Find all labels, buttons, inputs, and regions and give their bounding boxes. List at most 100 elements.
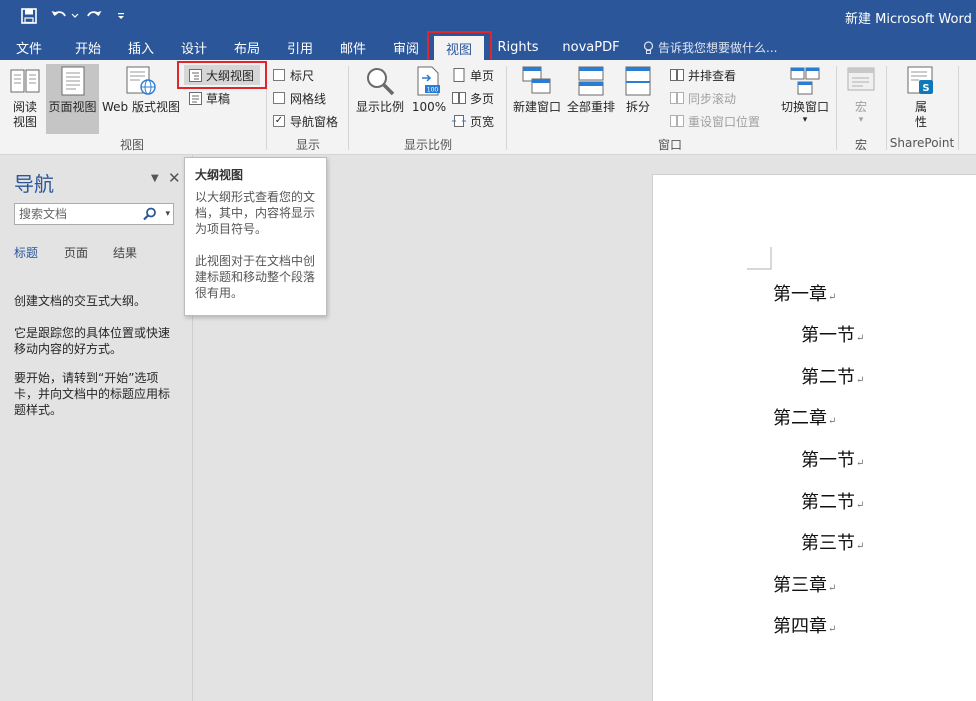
heading-line[interactable]: 第四章↵ bbox=[773, 612, 836, 638]
svg-text:100: 100 bbox=[427, 87, 439, 94]
tab-design[interactable]: 设计 bbox=[170, 37, 218, 58]
web-layout-icon bbox=[124, 64, 158, 98]
tab-mailings[interactable]: 邮件 bbox=[329, 37, 377, 58]
reset-window-position-button[interactable]: 重设窗口位置 bbox=[670, 111, 760, 131]
one-page-icon bbox=[452, 68, 466, 82]
read-mode-label-1: 阅读 bbox=[12, 100, 37, 114]
views-group-label: 视图 bbox=[119, 138, 144, 152]
gridlines-check-box[interactable] bbox=[273, 92, 285, 104]
customize-qat-icon[interactable] bbox=[115, 6, 127, 26]
separator bbox=[348, 66, 349, 150]
magnifier-icon bbox=[363, 64, 397, 98]
heading-line[interactable]: 第三节↵ bbox=[801, 529, 864, 555]
print-layout-label: 页面视图 bbox=[48, 100, 97, 114]
heading-text: 第二节 bbox=[801, 492, 855, 513]
macros-chevron-icon: ▾ bbox=[858, 115, 864, 125]
read-mode-button[interactable]: 阅读 视图 bbox=[4, 64, 46, 134]
sync-scroll-button[interactable]: 同步滚动 bbox=[670, 88, 736, 108]
heading-text: 第三节 bbox=[801, 533, 855, 554]
heading-line[interactable]: 第一节↵ bbox=[801, 321, 864, 347]
show-group-label: 显示 bbox=[295, 138, 320, 152]
nav-pane-label: 导航窗格 bbox=[290, 114, 339, 129]
ribbon-tab-bar: 文件 开始 插入 设计 布局 引用 邮件 审阅 视图 Rights novaPD… bbox=[0, 33, 976, 60]
heading-line[interactable]: 第一章↵ bbox=[773, 280, 836, 306]
tab-novapdf[interactable]: novaPDF bbox=[556, 37, 626, 58]
save-icon[interactable] bbox=[18, 6, 40, 26]
multiple-pages-icon bbox=[452, 91, 466, 105]
search-icon[interactable] bbox=[143, 207, 157, 227]
title-bar: 新建 Microsoft Word 文 bbox=[0, 0, 976, 33]
heading-line[interactable]: 第一节↵ bbox=[801, 446, 864, 472]
zoom-100-button[interactable]: 100 100% bbox=[410, 64, 448, 134]
tooltip-body-1: 以大纲形式查看您的文档，其中，内容将显示为项目符号。 bbox=[195, 190, 316, 236]
tab-home[interactable]: 开始 bbox=[64, 37, 112, 58]
redo-icon[interactable] bbox=[83, 6, 105, 26]
one-page-button[interactable]: 单页 bbox=[452, 65, 494, 85]
split-label: 拆分 bbox=[625, 100, 650, 114]
macros-button[interactable]: 宏 ▾ bbox=[842, 64, 880, 134]
tooltip-body-2: 此视图对于在文档中创建标题和移动整个段落很有用。 bbox=[195, 254, 316, 300]
draft-button[interactable]: 草稿 bbox=[188, 88, 230, 108]
sharepoint-properties-icon: S bbox=[904, 64, 938, 98]
new-window-icon bbox=[520, 64, 554, 98]
search-placeholder: 搜索文档 bbox=[19, 207, 68, 221]
ruler-checkbox[interactable]: 标尺 bbox=[273, 65, 314, 85]
word-window: 新建 Microsoft Word 文 文件 开始 插入 设计 布局 引用 邮件… bbox=[0, 0, 976, 701]
heading-text: 第四章 bbox=[773, 616, 827, 637]
search-dropdown-icon[interactable]: ▾ bbox=[165, 204, 170, 224]
document-page[interactable]: 第一章↵ 第一节↵ 第二节↵ 第二章↵ 第一节↵ 第二节↵ 第三节↵ 第三章↵ … bbox=[652, 174, 976, 701]
nav-pane-title: 导航 bbox=[14, 172, 54, 196]
paragraph-mark: ↵ bbox=[856, 458, 865, 469]
heading-text: 第二章 bbox=[773, 408, 827, 429]
heading-line[interactable]: 第二章↵ bbox=[773, 404, 836, 430]
tab-layout[interactable]: 布局 bbox=[223, 37, 271, 58]
tab-file[interactable]: 文件 bbox=[5, 37, 53, 58]
tab-view[interactable]: 视图 bbox=[434, 36, 484, 60]
paragraph-mark: ↵ bbox=[828, 292, 837, 303]
ribbon-view: 阅读 视图 页面视图 Web 版式视图 大纲视图 草稿 视图 标尺 网格线 ✓ … bbox=[0, 60, 976, 155]
switch-windows-chevron-icon: ▾ bbox=[802, 115, 808, 125]
split-icon bbox=[621, 64, 655, 98]
heading-line[interactable]: 第二节↵ bbox=[801, 363, 864, 389]
draft-label: 草稿 bbox=[206, 91, 231, 106]
tab-references[interactable]: 引用 bbox=[276, 37, 324, 58]
nav-pane-options-icon[interactable]: ▼ bbox=[151, 173, 159, 184]
switch-windows-button[interactable]: 切换窗口 ▾ bbox=[775, 64, 835, 134]
zoom-label: 显示比例 bbox=[355, 100, 404, 114]
nav-tab-results[interactable]: 结果 bbox=[113, 244, 137, 261]
separator bbox=[958, 66, 959, 150]
web-layout-button[interactable]: Web 版式视图 bbox=[100, 64, 182, 134]
undo-icon[interactable] bbox=[48, 6, 70, 26]
zoom-100-icon: 100 bbox=[412, 64, 446, 98]
undo-dropdown-icon[interactable] bbox=[70, 6, 80, 26]
print-layout-button[interactable]: 页面视图 bbox=[46, 64, 99, 134]
outline-view-button[interactable]: 大纲视图 bbox=[184, 65, 260, 85]
view-side-by-side-button[interactable]: 并排查看 bbox=[670, 65, 736, 85]
properties-label-2: 性 bbox=[914, 115, 927, 129]
tell-me-box[interactable]: 告诉我您想要做什么... bbox=[643, 37, 777, 58]
nav-tab-pages[interactable]: 页面 bbox=[64, 244, 88, 261]
new-window-button[interactable]: 新建窗口 bbox=[510, 64, 564, 134]
nav-pane-check-box[interactable]: ✓ bbox=[273, 115, 285, 127]
heading-line[interactable]: 第三章↵ bbox=[773, 571, 836, 597]
multiple-pages-button[interactable]: 多页 bbox=[452, 88, 494, 108]
properties-button[interactable]: S 属 性 bbox=[898, 64, 944, 134]
tab-insert[interactable]: 插入 bbox=[117, 37, 165, 58]
arrange-all-button[interactable]: 全部重排 bbox=[564, 64, 618, 134]
nav-help-text-2: 它是跟踪您的具体位置或快速移动内容的好方式。 bbox=[14, 326, 171, 356]
nav-pane-checkbox[interactable]: ✓ 导航窗格 bbox=[273, 111, 338, 131]
tab-review[interactable]: 审阅 bbox=[382, 37, 430, 58]
split-button[interactable]: 拆分 bbox=[620, 64, 656, 134]
nav-tab-headings[interactable]: 标题 bbox=[14, 244, 38, 261]
page-width-button[interactable]: 页宽 bbox=[452, 111, 494, 131]
close-icon[interactable]: ✕ bbox=[168, 169, 181, 187]
svg-text:S: S bbox=[922, 83, 929, 94]
heading-line[interactable]: 第二节↵ bbox=[801, 488, 864, 514]
zoom-button[interactable]: 显示比例 bbox=[353, 64, 407, 134]
nav-help-text-1: 创建文档的交互式大纲。 bbox=[14, 294, 147, 308]
gridlines-checkbox[interactable]: 网格线 bbox=[273, 88, 326, 108]
tab-rights[interactable]: Rights bbox=[492, 37, 544, 58]
ruler-check-box[interactable] bbox=[273, 69, 285, 81]
heading-text: 第一节 bbox=[801, 325, 855, 346]
nav-search-input[interactable]: 搜索文档 ▾ bbox=[14, 203, 174, 225]
